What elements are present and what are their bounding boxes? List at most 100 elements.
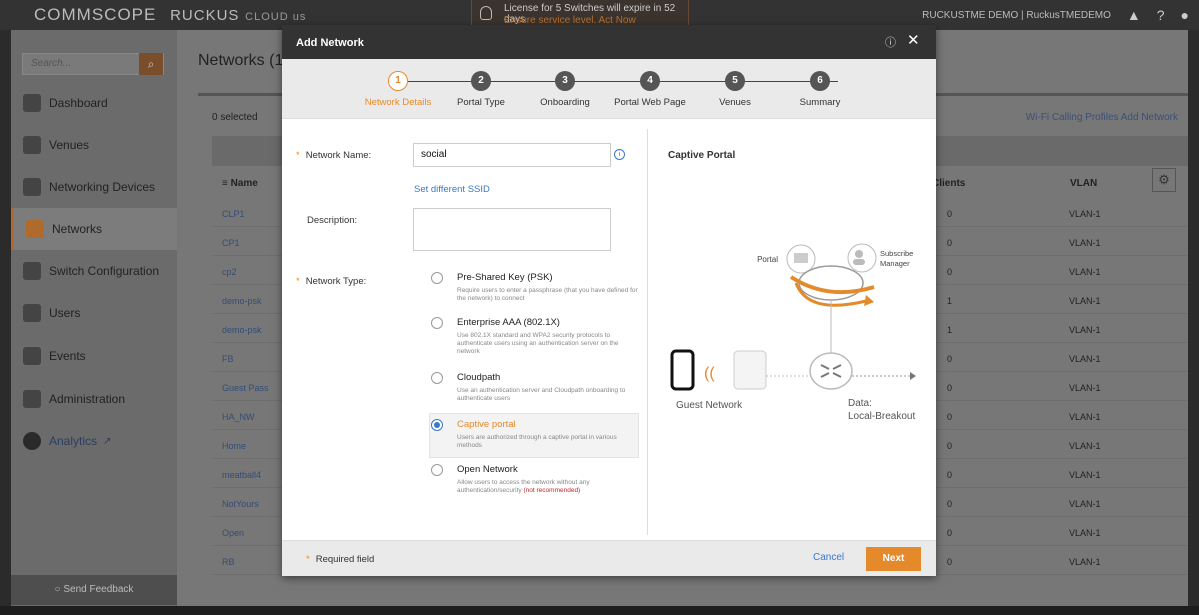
- option-desc: Use an authentication server and Cloudpa…: [457, 387, 626, 402]
- wifi-signal-icon: ((: [704, 365, 715, 382]
- set-ssid-link[interactable]: Set different SSID: [414, 184, 490, 195]
- logo-ruckus: RUCKUS: [170, 7, 240, 24]
- clients-cell: 0: [947, 267, 953, 277]
- sidebar-item-users[interactable]: Users: [11, 292, 177, 334]
- send-feedback-button[interactable]: ○ Send Feedback: [11, 575, 177, 605]
- logo: COMMSCOPE RUCKUS CLOUD us: [34, 5, 306, 25]
- sidebar-item-label: Switch Configuration: [49, 264, 160, 278]
- dashboard-icon: [23, 94, 41, 112]
- sidebar-item-label: Networks: [52, 222, 103, 236]
- radio-button[interactable]: [431, 317, 443, 329]
- vlan-cell: VLAN-1: [1069, 325, 1101, 335]
- network-details-form: * Network Name: social i Set different SS…: [282, 119, 647, 540]
- vlan-cell: VLAN-1: [1069, 470, 1101, 480]
- network-name-cell[interactable]: Guest Pass: [222, 383, 269, 393]
- label-text: Network Type:: [305, 276, 367, 287]
- radio-psk[interactable]: Pre-Shared Key (PSK) Require users to en…: [429, 270, 641, 310]
- cancel-button[interactable]: Cancel: [813, 552, 844, 563]
- portal-label: Portal: [757, 255, 778, 264]
- user-icon[interactable]: ●: [1181, 7, 1189, 23]
- clients-cell: 0: [947, 441, 953, 451]
- os-taskbar: [0, 606, 1199, 615]
- sidebar-item-label: Analytics: [49, 434, 98, 448]
- help-icon[interactable]: ?: [1157, 7, 1165, 23]
- network-name-cell[interactable]: RB: [222, 557, 235, 567]
- sidebar-item-label: Users: [49, 306, 81, 320]
- sidebar-item-events[interactable]: Events: [11, 335, 177, 377]
- search-input[interactable]: Search... ⌕: [22, 53, 164, 75]
- step-3-label: Onboarding: [540, 97, 590, 108]
- network-name-cell[interactable]: Home: [222, 441, 246, 451]
- step-3-circle[interactable]: 3: [555, 71, 575, 91]
- network-name-cell[interactable]: FB: [222, 354, 234, 364]
- step-5-circle[interactable]: 5: [725, 71, 745, 91]
- sidebar-item-label: Networking Devices: [49, 180, 156, 194]
- step-2-label: Portal Type: [457, 97, 505, 108]
- radio-cloudpath[interactable]: Cloudpath Use an authentication server a…: [429, 370, 641, 410]
- column-header-name[interactable]: ≡ Name: [222, 178, 258, 189]
- sidebar-item-networking-devices[interactable]: Networking Devices: [11, 166, 177, 208]
- sidebar-item-dashboard[interactable]: Dashboard: [11, 82, 177, 124]
- sidebar-item-administration[interactable]: Administration: [11, 378, 177, 420]
- step-1-label: Network Details: [364, 97, 432, 108]
- required-asterisk: *: [306, 554, 310, 565]
- bell-icon[interactable]: ▲: [1127, 7, 1141, 23]
- user-icon: [23, 304, 41, 322]
- column-header-vlan[interactable]: VLAN: [1070, 178, 1097, 189]
- required-field-text: Required field: [315, 554, 375, 565]
- wifi-icon: ≡: [222, 178, 231, 189]
- data-label-line2: Local-Breakout: [848, 411, 915, 422]
- device-icon: [23, 178, 41, 196]
- vlan-cell: VLAN-1: [1069, 354, 1101, 364]
- radio-button[interactable]: [431, 372, 443, 384]
- network-name-cell[interactable]: meatball4: [222, 470, 261, 480]
- step-4-circle[interactable]: 4: [640, 71, 660, 91]
- network-name-cell[interactable]: NotYours: [222, 499, 259, 509]
- radio-button-checked[interactable]: [431, 419, 443, 431]
- network-name-cell[interactable]: demo-psk: [222, 325, 262, 335]
- logo-cloud: CLOUD us: [245, 11, 307, 23]
- sidebar-item-venues[interactable]: Venues: [11, 124, 177, 166]
- close-icon[interactable]: ✕: [907, 31, 920, 49]
- description-textarea[interactable]: [413, 208, 611, 251]
- help-icon[interactable]: ⓘ: [885, 34, 896, 50]
- arrow-icon: [910, 372, 916, 380]
- network-name-cell[interactable]: CP1: [222, 238, 240, 248]
- radio-button[interactable]: [431, 272, 443, 284]
- network-name-cell[interactable]: HA_NW: [222, 412, 255, 422]
- network-name-cell[interactable]: CLP1: [222, 209, 245, 219]
- step-2-circle[interactable]: 2: [471, 71, 491, 91]
- step-6-label: Summary: [799, 97, 841, 108]
- radio-captive-portal[interactable]: Captive portal Users are authorized thro…: [429, 417, 641, 457]
- required-asterisk: *: [296, 276, 300, 287]
- search-icon[interactable]: ⌕: [139, 53, 163, 75]
- radio-button[interactable]: [431, 464, 443, 476]
- option-title: Pre-Shared Key (PSK): [457, 272, 553, 283]
- column-header-clients[interactable]: Clients: [932, 178, 965, 189]
- topbar-right: RUCKUSTME DEMO | RuckusTMEDEMO ▲ ? ●: [922, 0, 1189, 30]
- step-6-circle[interactable]: 6: [810, 71, 830, 91]
- tenant-name[interactable]: RUCKUSTME DEMO | RuckusTMEDEMO: [922, 10, 1111, 21]
- dialog-title: Add Network: [296, 37, 364, 49]
- clients-cell: 0: [947, 528, 953, 538]
- vlan-cell: VLAN-1: [1069, 238, 1101, 248]
- gear-icon[interactable]: ⚙: [1152, 168, 1176, 192]
- subscribe-manager-icon: [847, 243, 877, 273]
- header-links[interactable]: Wi-Fi Calling Profiles Add Network: [1026, 112, 1178, 123]
- radio-enterprise-aaa[interactable]: Enterprise AAA (802.1X) Use 802.1X stand…: [429, 315, 641, 365]
- network-name-cell[interactable]: Open: [222, 528, 244, 538]
- bulb-icon: [480, 6, 492, 20]
- network-name-input[interactable]: social: [413, 143, 611, 167]
- network-name-cell[interactable]: cp2: [222, 267, 237, 277]
- vlan-cell: VLAN-1: [1069, 296, 1101, 306]
- access-point-icon: [733, 350, 767, 390]
- page-title: Networks (1: [198, 52, 284, 69]
- radio-open-network[interactable]: Open Network Allow users to access the n…: [429, 462, 641, 502]
- sidebar-item-networks[interactable]: Networks: [11, 208, 177, 250]
- next-button[interactable]: Next: [866, 547, 921, 571]
- sidebar-item-analytics[interactable]: Analytics ↗: [11, 420, 177, 462]
- sidebar-item-switch-configuration[interactable]: Switch Configuration: [11, 250, 177, 292]
- network-name-cell[interactable]: demo-psk: [222, 296, 262, 306]
- info-icon[interactable]: i: [614, 149, 625, 160]
- step-1-circle[interactable]: 1: [388, 71, 408, 91]
